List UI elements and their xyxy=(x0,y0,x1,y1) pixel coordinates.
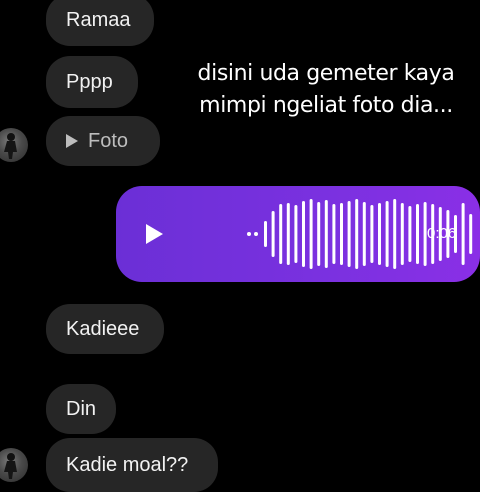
caption-line-2: mimpi ngeliat foto dia... xyxy=(199,93,453,118)
message-bubble-kadieee[interactable]: Kadieee xyxy=(46,304,164,354)
waveform-bar xyxy=(469,214,473,254)
avatar[interactable] xyxy=(0,448,28,482)
waveform-dot xyxy=(254,232,258,236)
message-bubble-din[interactable]: Din xyxy=(46,384,116,434)
avatar[interactable] xyxy=(0,128,28,162)
waveform-bar xyxy=(317,202,321,266)
waveform-bar xyxy=(393,199,397,269)
message-text: Kadieee xyxy=(66,318,140,340)
waveform-bar xyxy=(271,211,275,257)
waveform-bar xyxy=(279,204,283,264)
message-text: Din xyxy=(66,398,97,420)
waveform-bar xyxy=(294,205,298,263)
message-bubble-pppp[interactable]: Pppp xyxy=(46,56,138,108)
voice-message-bubble[interactable]: 0:06 xyxy=(116,186,480,282)
message-text: Pppp xyxy=(66,71,113,93)
voice-duration: 0:06 xyxy=(427,225,457,242)
waveform-bar xyxy=(264,221,267,247)
message-bubble-ramaa[interactable]: Ramaa xyxy=(46,0,154,46)
waveform-bar xyxy=(370,205,374,263)
waveform-bar xyxy=(302,201,305,267)
photo-attachment-bubble[interactable]: Foto xyxy=(46,116,160,166)
waveform-bar xyxy=(347,201,351,267)
waveform-bar xyxy=(362,202,366,266)
waveform-bar xyxy=(309,199,313,269)
waveform-bar xyxy=(400,203,404,265)
photo-label: Foto xyxy=(88,130,129,152)
waveform-bar xyxy=(408,206,412,262)
overlay-caption: disini uda gemeter kaya mimpi ngeliat fo… xyxy=(176,58,476,122)
waveform-dot xyxy=(247,232,251,236)
waveform-bar xyxy=(416,204,419,264)
waveform-bar xyxy=(286,203,290,265)
play-icon[interactable] xyxy=(142,222,166,246)
waveform-bar xyxy=(355,199,359,269)
waveform-bar xyxy=(324,200,328,268)
message-text: Kadie moal?? xyxy=(66,454,189,476)
waveform-bar xyxy=(461,203,465,265)
play-icon xyxy=(66,134,78,148)
waveform-bar xyxy=(378,203,381,265)
waveform-bar xyxy=(340,203,343,265)
caption-line-1: disini uda gemeter kaya xyxy=(197,61,455,86)
message-bubble-kadie-moal[interactable]: Kadie moal?? xyxy=(46,438,218,492)
waveform-bar xyxy=(385,201,389,267)
waveform-bar xyxy=(332,204,336,264)
message-text: Ramaa xyxy=(66,9,131,31)
